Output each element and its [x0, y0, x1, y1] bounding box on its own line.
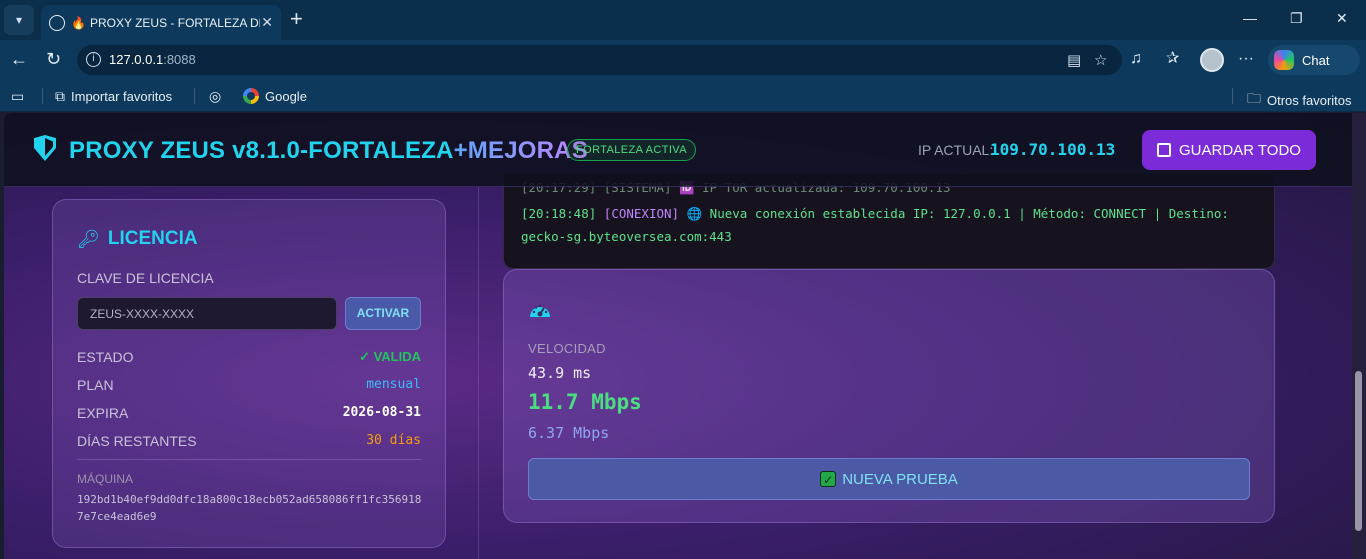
more-icon[interactable]: ··· [1238, 50, 1254, 68]
scrollbar-thumb[interactable] [1355, 371, 1362, 531]
copilot-chat-button[interactable]: Chat [1268, 45, 1360, 75]
active-tab[interactable]: 🔥 PROXY ZEUS - FORTALEZA DE S ✕ [41, 5, 281, 40]
import-icon: ⧉ [55, 88, 65, 104]
fire-icon: 🔥 [71, 15, 86, 30]
chevron-down-icon: ▾ [15, 13, 23, 27]
globe-favorite[interactable]: ◎ [209, 88, 227, 105]
profile-avatar[interactable] [1200, 48, 1224, 72]
favorites-bar: ▭ ⧉ Importar favoritos ◎ Google 🗀 Otros … [0, 80, 1366, 112]
site-info-icon[interactable]: i [86, 52, 101, 67]
favorite-star-icon[interactable]: ☆ [1094, 51, 1107, 69]
expires-value: 2026-08-31 [342, 405, 421, 420]
key-icon: 🔑︎ [77, 228, 100, 249]
tab-title: PROXY ZEUS - FORTALEZA DE S [89, 15, 260, 30]
new-test-button[interactable]: ✓ NUEVA PRUEBA [528, 458, 1250, 500]
tab-bar: ▾ 🔥 PROXY ZEUS - FORTALEZA DE S ✕ + — ❐ … [0, 0, 1366, 40]
machine-id: 192bd1b40ef9dd0dfc18a800c18ecb052ad65808… [77, 493, 422, 523]
license-divider [77, 459, 421, 460]
days-remaining-value: 30 días [366, 433, 421, 448]
close-window-icon[interactable]: ✕ [1336, 10, 1348, 27]
back-icon[interactable]: ← [10, 50, 28, 68]
app-title: PROXY ZEUS v8.1.0-FORTALEZA+MEJORAS [69, 137, 588, 164]
license-header: 🔑︎ LICENCIA [77, 228, 198, 250]
folder-icon: 🗀 [1247, 90, 1261, 106]
license-key-label: CLAVE DE LICENCIA [77, 270, 214, 286]
page-viewport: PROXY ZEUS v8.1.0-FORTALEZA+MEJORAS FORT… [4, 113, 1366, 559]
page-scrollbar[interactable] [1352, 113, 1366, 559]
tab-actions-menu-button[interactable]: ▾ [4, 5, 34, 35]
separator [42, 88, 43, 104]
url-text[interactable]: 127.0.0.1:8088 [109, 52, 196, 67]
globe-icon: ◎ [209, 88, 222, 104]
separator [1232, 88, 1233, 104]
save-all-button[interactable]: GUARDAR TODO [1142, 130, 1316, 170]
save-icon [1157, 143, 1172, 157]
speedometer-icon [530, 304, 550, 317]
refresh-icon[interactable]: ↻ [46, 50, 61, 68]
separator [194, 88, 195, 104]
reader-mode-icon[interactable]: ▤ [1067, 51, 1081, 69]
latency-value: 43.9 ms [528, 364, 592, 382]
check-icon: ✓ [820, 471, 837, 487]
globe-icon [49, 14, 65, 31]
status-badge: FORTALEZA ACTIVA [567, 139, 696, 161]
upload-value: 6.37 Mbps [528, 424, 610, 442]
google-icon [243, 88, 259, 104]
license-card: 🔑︎ LICENCIA CLAVE DE LICENCIA ACTIVAR ES… [52, 199, 446, 548]
activate-button[interactable]: ACTIVAR [345, 297, 421, 330]
copilot-icon [1274, 50, 1294, 70]
address-toolbar: ← ↻ i 127.0.0.1:8088 ▤ ☆ ♫ ✰ ··· Chat [0, 40, 1366, 80]
log-panel[interactable]: [20:17:29] [SISTEMA] 🆔 IP TOR actualizad… [503, 173, 1275, 269]
ip-label: IP ACTUAL: [918, 142, 994, 158]
close-tab-icon[interactable]: ✕ [261, 14, 273, 31]
restore-icon[interactable]: ❐ [1290, 10, 1303, 27]
license-key-input[interactable] [77, 297, 337, 330]
new-tab-button[interactable]: + [290, 8, 303, 30]
ip-value: 109.70.100.13 [990, 140, 1116, 159]
minimize-icon[interactable]: — [1243, 10, 1257, 26]
license-title: LICENCIA [107, 228, 198, 249]
speed-card: VELOCIDAD 43.9 ms 11.7 Mbps 6.37 Mbps ✓ … [503, 269, 1275, 523]
column-divider [478, 187, 479, 559]
machine-label: MÁQUINA [77, 472, 134, 486]
status-label: ESTADO [77, 349, 134, 365]
days-remaining-label: DÍAS RESTANTES [77, 433, 197, 449]
sidebar-toggle[interactable]: ▭ [11, 88, 30, 105]
log-line-continuation: gecko-sg.byteoversea.com:443 [521, 229, 732, 244]
media-icon[interactable]: ♫ [1130, 50, 1142, 68]
chat-label: Chat [1302, 52, 1330, 68]
download-value: 11.7 Mbps [528, 390, 642, 414]
plan-label: PLAN [77, 377, 114, 393]
shield-icon [34, 135, 56, 161]
status-value: ✓ VALIDA [359, 349, 421, 364]
favorites-icon[interactable]: ✰ [1166, 50, 1179, 68]
tab-panel-icon: ▭ [11, 88, 25, 104]
plan-value: mensual [366, 377, 421, 392]
speed-label: VELOCIDAD [528, 341, 606, 356]
other-favorites-folder[interactable]: 🗀 Otros favoritos [1247, 88, 1352, 112]
expires-label: EXPIRA [77, 405, 129, 421]
google-favorite[interactable]: Google [243, 88, 307, 104]
app-header: PROXY ZEUS v8.1.0-FORTALEZA+MEJORAS FORT… [4, 113, 1352, 187]
address-bar[interactable]: i 127.0.0.1:8088 ▤ ☆ [77, 45, 1122, 75]
import-favorites-link[interactable]: ⧉ Importar favoritos [55, 88, 172, 105]
log-line: [20:18:48] [CONEXION] 🌐 Nueva conexión e… [521, 206, 1229, 221]
